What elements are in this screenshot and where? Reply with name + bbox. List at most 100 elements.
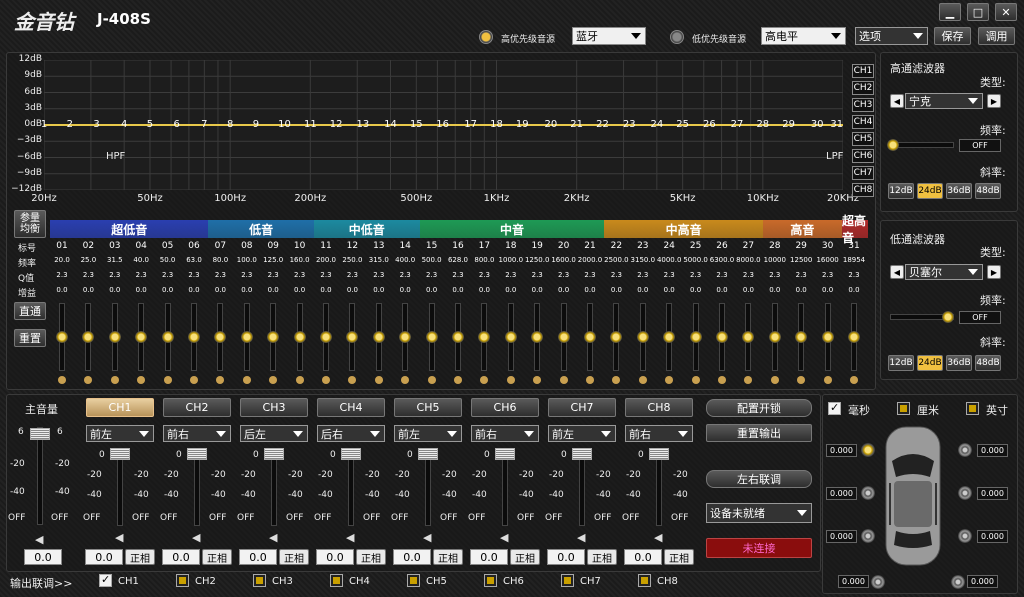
eq-slider-knob[interactable]: [188, 331, 200, 343]
channel-link-checkbox[interactable]: [561, 574, 574, 587]
eq-freq-cell[interactable]: 40.0: [128, 256, 154, 264]
channel-position-select[interactable]: 前左: [394, 425, 462, 442]
channel-select-button[interactable]: CH4: [317, 398, 385, 417]
channel-volume-value[interactable]: 0.0: [239, 549, 277, 565]
low-priority-select[interactable]: 高电平: [761, 27, 846, 45]
eq-gain-cell[interactable]: 0.0: [102, 286, 128, 294]
eq-slider-knob[interactable]: [584, 331, 596, 343]
speaker-position-icon[interactable]: [958, 443, 972, 457]
eq-q-cell[interactable]: 2.3: [788, 271, 814, 279]
eq-gain-cell[interactable]: 0.0: [471, 286, 497, 294]
eq-freq-cell[interactable]: 2500.0: [603, 256, 629, 264]
eq-gain-cell[interactable]: 0.0: [498, 286, 524, 294]
eq-slider-knob[interactable]: [636, 331, 649, 343]
phase-button[interactable]: 正相: [125, 549, 155, 565]
channel-position-select[interactable]: 前左: [548, 425, 616, 442]
eq-q-cell[interactable]: 2.3: [656, 271, 682, 279]
eq-gain-cell[interactable]: 0.0: [287, 286, 313, 294]
eq-freq-cell[interactable]: 10000: [762, 256, 788, 264]
eq-gain-cell[interactable]: 0.0: [260, 286, 286, 294]
channel-volume-value[interactable]: 0.0: [393, 549, 431, 565]
eq-gain-cell[interactable]: 0.0: [75, 286, 101, 294]
eq-gain-cell[interactable]: 0.0: [630, 286, 656, 294]
eq-freq-cell[interactable]: 25.0: [75, 256, 101, 264]
channel-volume-value[interactable]: 0.0: [162, 549, 200, 565]
delay-value[interactable]: 0.000: [967, 575, 998, 588]
eq-q-cell[interactable]: 2.3: [524, 271, 550, 279]
eq-gain-cell[interactable]: 0.0: [577, 286, 603, 294]
eq-freq-cell[interactable]: 628.0: [445, 256, 471, 264]
eq-gain-cell[interactable]: 0.0: [815, 286, 841, 294]
eq-q-cell[interactable]: 2.3: [234, 271, 260, 279]
low-priority-radio[interactable]: [670, 30, 684, 44]
delay-value[interactable]: 0.000: [977, 444, 1008, 457]
eq-freq-cell[interactable]: 100.0: [234, 256, 260, 264]
unit-ms-checkbox[interactable]: [828, 401, 841, 415]
eq-freq-cell[interactable]: 500.0: [419, 256, 445, 264]
eq-slider-knob[interactable]: [768, 331, 781, 343]
eq-q-cell[interactable]: 2.3: [603, 271, 629, 279]
phase-button[interactable]: 正相: [202, 549, 232, 565]
eq-slider-knob[interactable]: [452, 331, 464, 343]
channel-volume-value[interactable]: 0.0: [316, 549, 354, 565]
eq-gain-cell[interactable]: 0.0: [181, 286, 207, 294]
eq-slider-knob[interactable]: [320, 331, 332, 343]
eq-gain-cell[interactable]: 0.0: [392, 286, 418, 294]
eq-freq-cell[interactable]: 3150.0: [630, 256, 656, 264]
eq-q-cell[interactable]: 2.3: [709, 271, 735, 279]
master-volume-value[interactable]: 0.0: [24, 549, 62, 565]
eq-q-cell[interactable]: 2.3: [392, 271, 418, 279]
channel-fader-knob[interactable]: [418, 448, 438, 460]
eq-freq-cell[interactable]: 1000.0: [498, 256, 524, 264]
eq-gain-cell[interactable]: 0.0: [339, 286, 365, 294]
maximize-button[interactable]: □: [967, 3, 989, 21]
eq-freq-cell[interactable]: 1600.0: [551, 256, 577, 264]
device-select[interactable]: 设备未就绪: [706, 503, 812, 523]
phase-button[interactable]: 正相: [587, 549, 617, 565]
speaker-position-icon[interactable]: [958, 529, 972, 543]
channel-position-select[interactable]: 后左: [240, 425, 308, 442]
phase-button[interactable]: 正相: [510, 549, 540, 565]
minimize-button[interactable]: ▁: [939, 3, 961, 21]
eq-freq-cell[interactable]: 1250.0: [524, 256, 550, 264]
lpf-prev-button[interactable]: ◀: [890, 265, 904, 279]
graph-channel-button[interactable]: CH4: [852, 115, 874, 129]
channel-position-select[interactable]: 前右: [625, 425, 693, 442]
graph-channel-button[interactable]: CH5: [852, 132, 874, 146]
phase-button[interactable]: 正相: [433, 549, 463, 565]
channel-link-checkbox[interactable]: [176, 574, 189, 587]
hpf-slope-button[interactable]: 36dB: [946, 183, 972, 199]
channel-select-button[interactable]: CH6: [471, 398, 539, 417]
eq-slider-knob[interactable]: [689, 331, 702, 343]
eq-slider-knob[interactable]: [848, 331, 860, 343]
lpf-slope-button[interactable]: 24dB: [917, 355, 943, 371]
eq-freq-cell[interactable]: 18954: [841, 256, 867, 264]
high-priority-radio[interactable]: [479, 30, 493, 44]
eq-gain-cell[interactable]: 0.0: [788, 286, 814, 294]
phase-button[interactable]: 正相: [356, 549, 386, 565]
eq-q-cell[interactable]: 2.3: [841, 271, 867, 279]
channel-volume-value[interactable]: 0.0: [85, 549, 123, 565]
eq-freq-cell[interactable]: 8000.0: [735, 256, 761, 264]
eq-gain-cell[interactable]: 0.0: [762, 286, 788, 294]
eq-q-cell[interactable]: 2.3: [49, 271, 75, 279]
eq-q-cell[interactable]: 2.3: [762, 271, 788, 279]
eq-freq-cell[interactable]: 80.0: [207, 256, 233, 264]
options-select[interactable]: 选项: [855, 27, 928, 45]
hpf-prev-button[interactable]: ◀: [890, 94, 904, 108]
channel-select-button[interactable]: CH8: [625, 398, 693, 417]
eq-q-cell[interactable]: 2.3: [366, 271, 392, 279]
phase-button[interactable]: 正相: [664, 549, 694, 565]
eq-slider-knob[interactable]: [425, 331, 438, 343]
eq-gain-cell[interactable]: 0.0: [49, 286, 75, 294]
eq-slider-knob[interactable]: [821, 331, 834, 343]
graph-channel-button[interactable]: CH8: [852, 183, 874, 197]
eq-slider-knob[interactable]: [161, 331, 174, 343]
connect-button[interactable]: 未连接: [706, 538, 812, 558]
eq-q-cell[interactable]: 2.3: [155, 271, 181, 279]
eq-q-cell[interactable]: 2.3: [339, 271, 365, 279]
channel-fader-knob[interactable]: [187, 448, 207, 460]
eq-q-cell[interactable]: 2.3: [102, 271, 128, 279]
hpf-slope-button[interactable]: 12dB: [888, 183, 914, 199]
lpf-freq-knob[interactable]: [942, 311, 954, 323]
